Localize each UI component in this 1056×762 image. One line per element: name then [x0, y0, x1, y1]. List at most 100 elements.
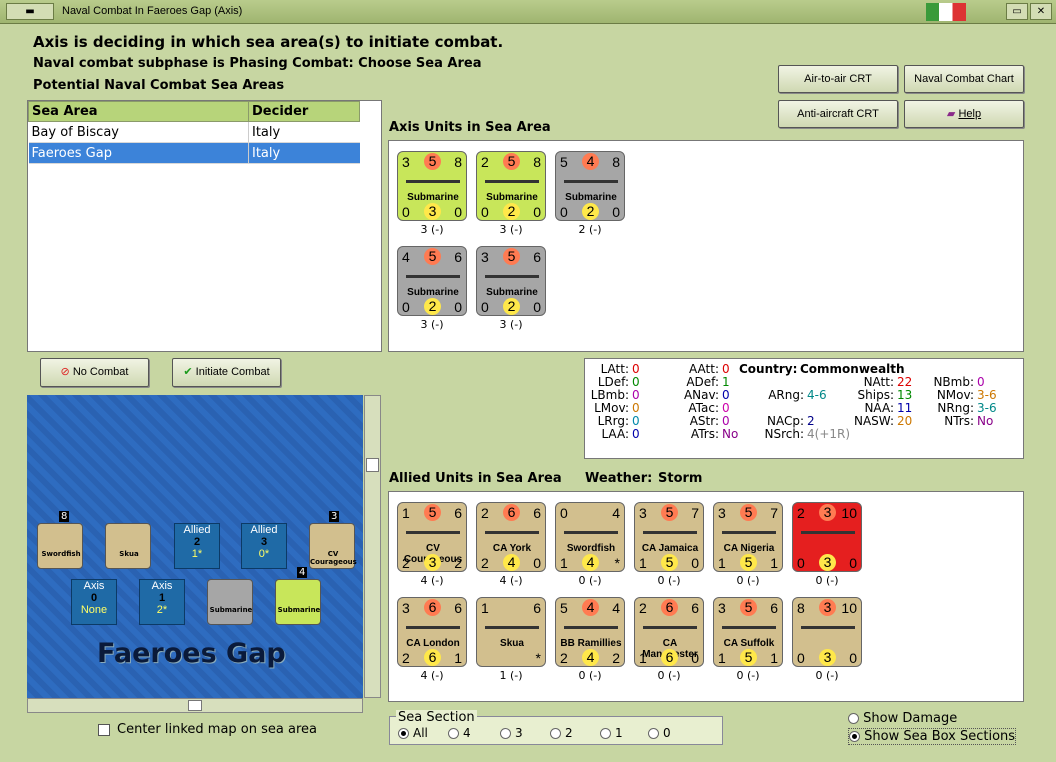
air-to-air-crt-button[interactable]: Air-to-air CRT [778, 65, 898, 93]
sea-section-option-label: 3 [515, 726, 523, 740]
unit-value-bl: 1 [560, 555, 568, 571]
unit-counter[interactable]: 3 5 6 CA Suffolk 1 5 1 [713, 597, 783, 667]
status-line-1: Axis is deciding in which sea area(s) to… [33, 33, 504, 51]
unit-value-bc: 3 [424, 554, 441, 571]
unit-counter[interactable]: 2 5 8 Submarine 0 2 0 [476, 151, 546, 221]
show-damage-option[interactable]: Show Damage [848, 711, 957, 726]
unit-value-tl: 5 [560, 154, 568, 170]
unit-counter[interactable]: 4 5 6 Submarine 0 2 0 [397, 246, 467, 316]
sea-box-allied[interactable]: Allied 2 1* [174, 523, 220, 569]
naval-combat-chart-button[interactable]: Naval Combat Chart [904, 65, 1024, 93]
sea-box-allied[interactable]: Allied 3 0* [241, 523, 287, 569]
map-horizontal-scrollbar[interactable] [27, 698, 363, 713]
sea-section-option[interactable]: 0 [648, 726, 671, 740]
stat-key: ANav: [683, 388, 719, 402]
sea-section-option[interactable]: 4 [448, 726, 471, 740]
unit-counter[interactable]: 8 3 10 0 3 0 [792, 597, 862, 667]
unit-counter[interactable]: 3 5 6 Submarine 0 2 0 [476, 246, 546, 316]
unit-value-tr: 10 [841, 600, 857, 616]
unit-value-tr: 6 [533, 249, 541, 265]
unit-name: Submarine [486, 287, 538, 298]
hscroll-thumb[interactable] [188, 700, 202, 711]
unit-name: Submarine [486, 192, 538, 203]
unit-value-tr: 4 [612, 505, 620, 521]
sea-section-option-label: 0 [663, 726, 671, 740]
radio-icon[interactable] [848, 713, 859, 724]
help-button[interactable]: ▰ Help [904, 100, 1024, 128]
unit-counter[interactable]: 3 5 7 CA Jamaica 1 5 0 [634, 502, 704, 572]
sea-box-sub: 2* [156, 604, 168, 616]
sea-section-option[interactable]: 3 [500, 726, 523, 740]
radio-selected-icon[interactable] [849, 731, 860, 742]
sea-section-option[interactable]: 2 [550, 726, 573, 740]
col-decider[interactable]: Decider [248, 101, 360, 122]
ship-silhouette-icon [564, 525, 618, 534]
map-unit-counter[interactable]: CV Courageous [309, 523, 357, 569]
unit-strength-label: 0 (-) [815, 669, 839, 682]
anti-aircraft-crt-button[interactable]: Anti-aircraft CRT [778, 100, 898, 128]
initiate-combat-label: Initiate Combat [195, 366, 270, 378]
map-vertical-scrollbar[interactable] [364, 395, 381, 698]
unit-counter[interactable]: 1 6 Skua * [476, 597, 546, 667]
radio-icon[interactable] [550, 728, 561, 739]
initiate-combat-button[interactable]: ✔ Initiate Combat [172, 358, 281, 387]
country-stats-panel: Country: Commonwealth LAtt: 0 LDef: 0 LBmb: 0… [584, 358, 1024, 459]
unit-value-tc: 5 [503, 153, 520, 170]
system-menu-button[interactable]: ▬ [6, 3, 54, 20]
unit-counter[interactable]: 3 5 8 Submarine 0 3 0 [397, 151, 467, 221]
unit-value-bl: 0 [402, 204, 410, 220]
unit-counter[interactable]: 3 6 6 CA London 2 6 1 [397, 597, 467, 667]
minimize-button[interactable]: ▭ [1006, 3, 1028, 20]
radio-icon[interactable] [648, 728, 659, 739]
unit-counter[interactable]: 2 3 10 0 3 0 [792, 502, 862, 572]
unit-counter[interactable]: 2 6 6 CA York 2 4 0 [476, 502, 546, 572]
col-sea-area[interactable]: Sea Area [28, 101, 249, 122]
stat-value: 0 [632, 414, 640, 428]
sea-area-list[interactable]: Sea Area Decider Bay of Biscay Italy Faer… [27, 100, 382, 352]
show-sections-option[interactable]: Show Sea Box Sections [848, 728, 1017, 745]
map-unit-counter[interactable]: Submarine [275, 579, 321, 625]
ship-silhouette-icon [643, 525, 697, 534]
radio-icon[interactable] [500, 728, 511, 739]
unit-strength-label: 4 (-) [420, 669, 444, 682]
ship-silhouette-icon [564, 620, 618, 629]
unit-value-tl: 3 [639, 505, 647, 521]
stack-count: 8 [59, 511, 70, 522]
help-label: Help [958, 108, 982, 120]
sea-area-map[interactable]: Faeroes Gap Allied 2 1* Allied 3 0* Axis 0 None A… [27, 395, 363, 698]
sea-section-option-label: 4 [463, 726, 471, 740]
unit-strength-label: 4 (-) [420, 574, 444, 587]
unit-counter[interactable]: 156CV Courageous232 [397, 502, 467, 572]
radio-icon[interactable] [398, 728, 409, 739]
map-unit-counter[interactable]: Swordfish [37, 523, 83, 569]
sea-box-axis[interactable]: Axis 0 None [71, 579, 117, 625]
ship-silhouette-icon [485, 174, 539, 183]
stat-value: 0 [722, 414, 730, 428]
no-combat-button[interactable]: ⊘ No Combat [40, 358, 149, 387]
sea-section-option[interactable]: 1 [600, 726, 623, 740]
radio-icon[interactable] [448, 728, 459, 739]
ship-silhouette-icon [722, 620, 776, 629]
close-button[interactable]: ✕ [1030, 3, 1052, 20]
table-row-selected[interactable]: Faeroes Gap Italy [28, 142, 360, 164]
table-row[interactable]: Bay of Biscay Italy [28, 121, 360, 143]
unit-counter[interactable]: 5 4 4 BB Ramillies 2 4 2 [555, 597, 625, 667]
unit-value-tc: 5 [424, 504, 441, 521]
sea-section-option[interactable]: All [398, 726, 428, 740]
unit-value-tl: 8 [797, 600, 805, 616]
sea-box-axis[interactable]: Axis 1 2* [139, 579, 185, 625]
checkbox-box[interactable] [98, 724, 110, 736]
map-unit-counter[interactable]: Skua [105, 523, 151, 569]
map-unit-counter[interactable]: Submarine [207, 579, 253, 625]
unit-counter[interactable]: 5 4 8 Submarine 0 2 0 [555, 151, 625, 221]
scroll-thumb[interactable] [366, 458, 379, 472]
unit-counter[interactable]: 3 5 7 CA Nigeria 1 5 1 [713, 502, 783, 572]
stat-value: 0 [977, 375, 985, 389]
unit-value-tc: 3 [819, 504, 836, 521]
unit-counter[interactable]: 266CA Manchester160 [634, 597, 704, 667]
unit-strength-label: 3 (-) [499, 318, 523, 331]
radio-icon[interactable] [600, 728, 611, 739]
unit-counter[interactable]: 0 4 Swordfish 1 4 * [555, 502, 625, 572]
sea-box-number: 3 [260, 536, 268, 548]
stat-value: 3-6 [977, 401, 997, 415]
